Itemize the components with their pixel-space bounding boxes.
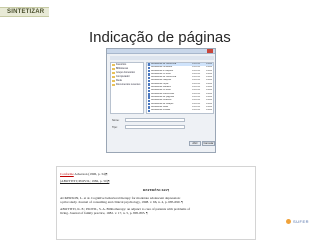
dialog-toolbar <box>110 56 214 60</box>
file-row[interactable]: Bibliotecas revisão 05/2011 Pasta <box>147 109 213 112</box>
open-file-dialog: Favoritos Bibliotecas Grupo doméstico Co… <box>106 48 216 153</box>
file-date: 05/2011 <box>192 109 201 112</box>
logo-dot-icon <box>286 219 291 224</box>
document-icon <box>148 83 150 86</box>
dialog-titlebar[interactable] <box>107 49 215 54</box>
file-type-select[interactable] <box>125 125 185 129</box>
folder-icon <box>112 80 115 82</box>
folder-icon <box>112 84 115 86</box>
cancel-button[interactable]: Cancelar <box>202 141 215 146</box>
document-icon <box>148 93 150 96</box>
close-icon[interactable] <box>207 49 213 53</box>
folder-icon <box>112 72 115 74</box>
document-icon <box>148 96 150 99</box>
tree-item[interactable]: Documentos recentes <box>111 83 143 87</box>
logo-text: SUFER <box>293 219 310 224</box>
document-page: Conforme Ackerson (1996, p. 34)¶ (ABOTTI… <box>56 166 256 240</box>
file-name-label: Nome: <box>112 119 120 122</box>
file-type-label: Tipo: <box>112 126 118 129</box>
file-name: Bibliotecas revisão <box>151 109 171 112</box>
references-heading: REFERÊNCIAS¶ <box>142 188 170 192</box>
document-icon <box>148 76 150 80</box>
document-icon <box>148 99 150 103</box>
document-icon <box>148 66 150 70</box>
folder-icon <box>112 76 115 78</box>
citation-line-2: (ABOTTITI; PIOVIL; 1982, p. 50)¶ <box>60 179 110 183</box>
document-icon <box>148 70 150 73</box>
document-icon <box>148 79 150 83</box>
open-button[interactable]: Abrir <box>189 141 201 146</box>
document-icon <box>148 89 150 93</box>
navigation-tree: Favoritos Bibliotecas Grupo doméstico Co… <box>110 62 144 114</box>
folder-icon <box>112 68 115 70</box>
document-icon <box>148 73 150 76</box>
document-icon <box>148 106 150 109</box>
brand-bar: SINTETIZAR <box>0 7 49 17</box>
citation-line-1: Conforme Ackerson (1996, p. 34)¶ <box>60 172 108 176</box>
citation-highlight: Conforme <box>60 172 74 176</box>
file-name-input[interactable] <box>125 118 185 122</box>
footer-logo: SUFER <box>286 218 312 226</box>
file-type: Pasta <box>206 109 212 112</box>
file-list: Bibliotecas de referência 05/2011 Pasta Bib… <box>146 62 214 114</box>
document-icon <box>148 109 150 112</box>
document-icon <box>148 63 150 66</box>
document-icon <box>148 86 150 89</box>
folder-icon <box>112 64 115 66</box>
reference-1-line-2: a pilot study. Journal of consulting and… <box>60 200 183 204</box>
document-icon <box>148 103 150 106</box>
brand-label: SINTETIZAR <box>7 9 45 15</box>
reference-2-line-2: living. Journal of family practice, 1982… <box>60 211 148 215</box>
page-title: Indicação de páginas <box>89 29 231 46</box>
